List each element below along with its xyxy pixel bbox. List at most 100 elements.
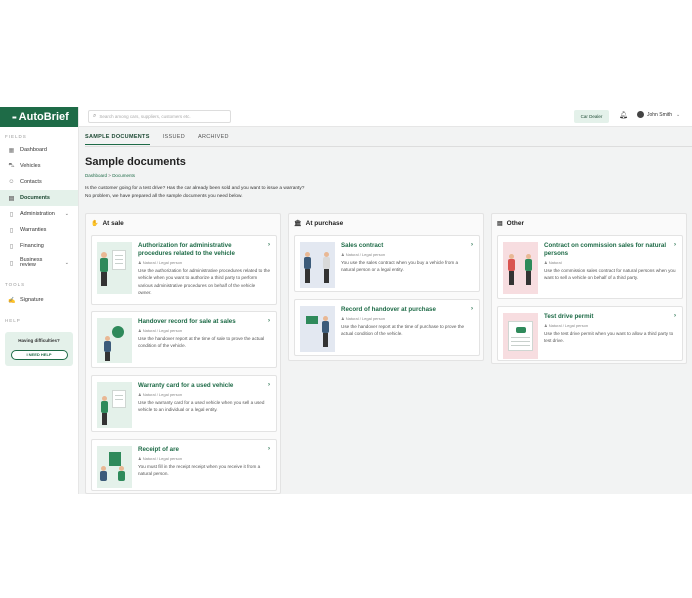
sidebar-item-label: Business review xyxy=(20,256,43,268)
sidebar-item-administration[interactable]: ▯ Administration ⌄ xyxy=(0,206,78,222)
chevron-down-icon: ⌄ xyxy=(676,111,681,118)
main-content: SAMPLE DOCUMENTS ISSUED ARCHIVED Sample … xyxy=(79,127,692,494)
breadcrumb-root[interactable]: Dashboard xyxy=(85,173,107,178)
tab-sample-documents[interactable]: SAMPLE DOCUMENTS xyxy=(85,134,150,145)
card-meta: ♟ Natural / Legal person xyxy=(341,316,386,321)
card-meta-text: Natural / Legal person xyxy=(345,316,386,321)
sidebar: ▪▪ AutoBrief FIELDS ▦ Dashboard ⛍ Vehicles … xyxy=(0,107,79,494)
card-meta: ♟ Natural / Legal person xyxy=(341,252,386,257)
card-title: Handover record for sale at sales xyxy=(138,318,236,325)
search-icon: ⌕ xyxy=(93,113,97,119)
document-card-handover-purchase[interactable]: Record of handover at purchase › ♟ Natur… xyxy=(294,299,480,356)
bell-icon[interactable]: 🔔︎ xyxy=(619,111,628,119)
card-description: Use the test drive permit when you want … xyxy=(544,331,674,344)
section-help-label: HELP xyxy=(5,318,21,323)
section-fields-label: FIELDS xyxy=(5,134,27,139)
sidebar-item-label: Documents xyxy=(20,195,50,201)
column-title-text: At purchase xyxy=(305,220,344,227)
card-title: Record of handover at purchase xyxy=(341,306,436,313)
card-description: Use the authorization for administrative… xyxy=(138,268,271,296)
tabs-divider xyxy=(85,146,692,147)
card-illustration xyxy=(97,318,132,363)
chevron-right-icon[interactable]: › xyxy=(268,318,270,324)
sidebar-item-dashboard[interactable]: ▦ Dashboard xyxy=(0,142,78,158)
card-meta: ♟ Natural / Legal person xyxy=(138,260,183,265)
user-menu[interactable]: John Smith ⌄ xyxy=(637,111,680,118)
card-title: Contract on commission sales for natural… xyxy=(544,242,667,257)
tab-archived[interactable]: ARCHIVED xyxy=(198,134,229,145)
card-illustration xyxy=(503,242,538,294)
sidebar-item-label: Vehicles xyxy=(20,163,41,169)
help-title: Having difficulties? xyxy=(18,338,60,343)
intro-text: Is the customer going for a test drive? … xyxy=(85,185,304,201)
chevron-right-icon[interactable]: › xyxy=(674,242,676,248)
signature-icon: ✍ xyxy=(8,297,16,304)
sidebar-item-financing[interactable]: ▯ Financing xyxy=(0,238,78,254)
section-tools-label: TOOLS xyxy=(5,282,26,287)
chevron-right-icon[interactable]: › xyxy=(674,313,676,319)
card-illustration xyxy=(300,306,335,352)
card-title: Test drive permit xyxy=(544,313,594,320)
card-body: Receipt of are › ♟ Natural / Legal perso… xyxy=(138,446,270,478)
card-meta: ♟ Natural / Legal person xyxy=(138,456,183,461)
card-body: Contract on commission sales for natural… xyxy=(544,242,676,282)
sidebar-item-business-review[interactable]: ▯ Business review ⌄ xyxy=(0,254,78,272)
chevron-down-icon: ⌄ xyxy=(64,211,69,217)
document-card-sales-contract[interactable]: Sales contract › ♟ Natural / Legal perso… xyxy=(294,235,480,292)
chevron-right-icon[interactable]: › xyxy=(268,382,270,388)
card-body: Authorization for administrative procedu… xyxy=(138,242,270,297)
card-illustration xyxy=(97,242,132,294)
card-body: Record of handover at purchase › ♟ Natur… xyxy=(341,306,473,338)
chevron-right-icon[interactable]: › xyxy=(471,306,473,312)
need-help-button[interactable]: I NEED HELP xyxy=(10,350,68,360)
sidebar-item-label: Signature xyxy=(20,297,44,303)
search-input[interactable]: ⌕ Search among cars, suppliers, customers… xyxy=(88,110,231,123)
document-card-authorization[interactable]: Authorization for administrative procedu… xyxy=(91,235,277,305)
card-meta: ♟ Natural / Legal person xyxy=(544,323,589,328)
logo-icon: ▪▪ xyxy=(12,112,17,122)
chevron-right-icon[interactable]: › xyxy=(268,446,270,452)
document-icon: ▤ xyxy=(8,195,15,202)
card-body: Sales contract › ♟ Natural / Legal perso… xyxy=(341,242,473,274)
document-icon: ▤ xyxy=(497,221,503,227)
card-illustration xyxy=(97,382,132,428)
grid-icon: ▦ xyxy=(8,147,15,154)
column-at-sale: ✋ At sale Authorization for administrativ… xyxy=(85,213,281,494)
column-title-text: Other xyxy=(506,220,525,227)
document-card-receipt[interactable]: Receipt of are › ♟ Natural / Legal perso… xyxy=(91,439,277,491)
breadcrumb-current: Documents xyxy=(112,173,135,178)
card-title: Receipt of are xyxy=(138,446,179,453)
card-description: You use the sales contract when you buy … xyxy=(341,260,459,273)
app-logo[interactable]: ▪▪ AutoBrief xyxy=(0,107,78,127)
tab-bar: SAMPLE DOCUMENTS ISSUED ARCHIVED xyxy=(85,134,242,145)
document-card-commission[interactable]: Contract on commission sales for natural… xyxy=(497,235,683,299)
document-card-handover-sale[interactable]: Handover record for sale at sales › ♟ Na… xyxy=(91,311,277,368)
file-icon: ▯ xyxy=(9,227,14,234)
document-card-warranty[interactable]: Warranty card for a used vehicle › ♟ Nat… xyxy=(91,375,277,432)
role-button[interactable]: Car Dealer xyxy=(574,110,609,123)
card-illustration xyxy=(97,446,132,488)
card-meta-text: Natural / Legal person xyxy=(548,323,589,328)
chevron-right-icon[interactable]: › xyxy=(268,242,270,248)
sidebar-item-warranties[interactable]: ▯ Warranties xyxy=(0,222,78,238)
card-title: Warranty card for a used vehicle xyxy=(138,382,234,389)
sidebar-item-label: Administration xyxy=(20,211,55,217)
car-icon xyxy=(516,327,526,333)
card-description: Use the handover report at the time of s… xyxy=(138,336,265,349)
tab-issued[interactable]: ISSUED xyxy=(163,134,185,145)
page-title: Sample documents xyxy=(85,156,186,168)
card-description: Use the commission sales contract for na… xyxy=(544,268,676,281)
chevron-right-icon[interactable]: › xyxy=(471,242,473,248)
topbar: ⌕ Search among cars, suppliers, customers… xyxy=(79,107,692,127)
card-body: Test drive permit › ♟ Natural / Legal pe… xyxy=(544,313,676,345)
card-meta-text: Natural / Legal person xyxy=(142,328,183,333)
document-card-test-drive[interactable]: Test drive permit › ♟ Natural / Legal pe… xyxy=(497,306,683,361)
sidebar-item-documents[interactable]: ▤ Documents xyxy=(0,190,78,206)
sidebar-item-signature[interactable]: ✍ Signature xyxy=(0,292,78,308)
search-placeholder: Search among cars, suppliers, customers … xyxy=(99,114,191,119)
sidebar-item-label: Dashboard xyxy=(20,147,47,153)
sidebar-item-vehicles[interactable]: ⛍ Vehicles xyxy=(0,158,78,174)
app-window: ▪▪ AutoBrief FIELDS ▦ Dashboard ⛍ Vehicles … xyxy=(0,107,692,494)
sidebar-item-contacts[interactable]: ☺ Contacts xyxy=(0,174,78,190)
card-meta-text: Natural / Legal person xyxy=(345,252,386,257)
